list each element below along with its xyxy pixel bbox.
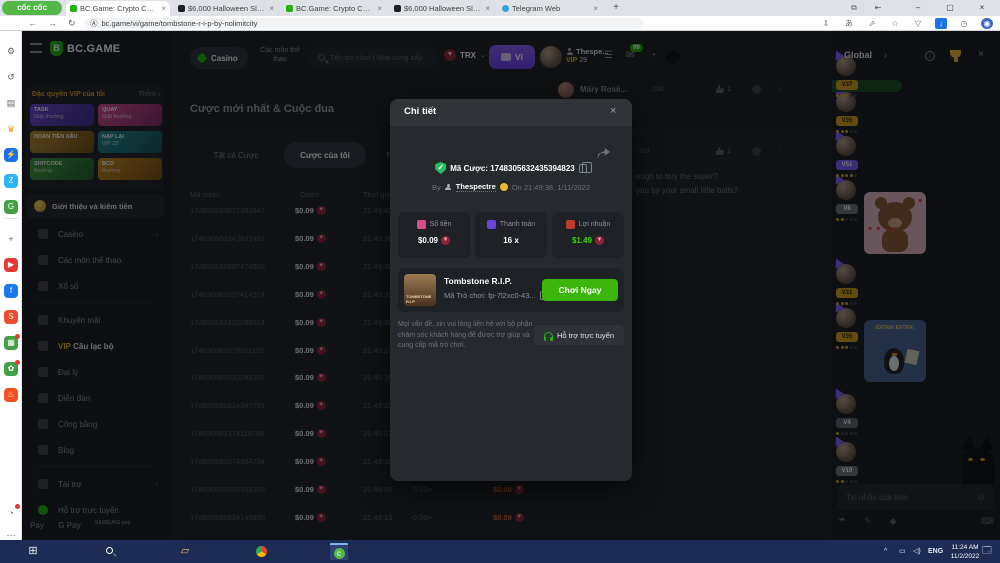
games-icon[interactable]: G bbox=[4, 200, 18, 214]
windows-taskbar bbox=[0, 540, 1000, 563]
share-icon[interactable]: ⬀ bbox=[866, 18, 878, 29]
tab-restore-icon[interactable]: ⇤ bbox=[872, 2, 884, 13]
modal-note: Mọi vấn đề, xin vui lòng liên hệ với bộ … bbox=[398, 320, 534, 352]
adblock-shield-icon[interactable]: ▽ bbox=[912, 18, 924, 29]
modal-close-icon[interactable]: × bbox=[610, 105, 616, 117]
back-button[interactable]: ← bbox=[28, 18, 37, 29]
amount-icon bbox=[417, 220, 426, 229]
tab-close-icon[interactable]: × bbox=[161, 4, 166, 13]
profile-icon[interactable]: ◉ bbox=[981, 18, 993, 29]
modal-title: Chi tiết bbox=[404, 106, 436, 117]
telegram-icon bbox=[502, 5, 509, 12]
tab-close-icon[interactable]: × bbox=[485, 4, 490, 13]
sidebar-divider bbox=[4, 218, 18, 219]
search-icon[interactable] bbox=[100, 543, 118, 560]
cart-icon[interactable]: ♨ bbox=[4, 388, 18, 402]
browser-tab[interactable]: Telegram Web× bbox=[498, 1, 602, 16]
start-icon[interactable]: ⊞ bbox=[24, 543, 42, 560]
bcgame-icon bbox=[70, 5, 77, 12]
copy-icon[interactable] bbox=[579, 164, 587, 173]
forward-button[interactable]: → bbox=[48, 18, 57, 29]
shopee-icon[interactable]: S bbox=[4, 310, 18, 324]
downloads-active-icon[interactable]: ↓ bbox=[935, 18, 947, 29]
close-button[interactable]: × bbox=[969, 0, 995, 15]
payout-icon bbox=[487, 220, 496, 229]
headset-icon bbox=[544, 332, 553, 339]
stat-box: Thanh toán16 x bbox=[475, 212, 547, 258]
site-info-icon[interactable]: Ⓐ bbox=[90, 18, 98, 29]
verified-shield-icon: ✓ bbox=[435, 162, 446, 174]
chat-app-icon[interactable]: ✿ bbox=[4, 362, 18, 376]
bcgame-dark-icon bbox=[178, 5, 185, 12]
stat-box: Số tiền$0.09▼ bbox=[398, 212, 470, 258]
bcgame-icon bbox=[286, 5, 293, 12]
game-thumbnail[interactable]: TOMBSTONE R.I.P bbox=[404, 274, 436, 306]
game-id: Mã Trò chơi: fp-7l2xc0-43... bbox=[444, 291, 548, 300]
add-shortcut-icon[interactable]: + bbox=[4, 232, 18, 246]
more-icon[interactable]: ⋯ bbox=[4, 528, 18, 542]
trx-coin-icon: ▼ bbox=[595, 236, 604, 245]
tab-close-icon[interactable]: × bbox=[269, 4, 274, 13]
youtube-icon[interactable]: ▶ bbox=[4, 258, 18, 272]
facebook-icon[interactable]: f bbox=[4, 284, 18, 298]
settings-gear-icon[interactable]: ⚙ bbox=[4, 44, 18, 58]
bet-by-row: By Thespectre On 21:49:38, 1/11/2022 bbox=[390, 182, 632, 192]
notification-bell-icon[interactable]: ◔ bbox=[4, 506, 18, 520]
bcgame-dark-icon bbox=[394, 5, 401, 12]
bookmark-star-icon[interactable]: ☆ bbox=[889, 18, 901, 29]
snooze-bell-icon[interactable]: ◷ bbox=[958, 18, 970, 29]
tab-close-icon[interactable]: × bbox=[593, 4, 598, 13]
screen: cốc cốc + ⧉ ⇤ ← → ↻ Ⓐ bc.game/vi/game/to… bbox=[0, 0, 1000, 563]
reading-list-icon[interactable]: ▤ bbox=[4, 96, 18, 110]
reload-button[interactable]: ↻ bbox=[68, 18, 76, 29]
language-indicator[interactable]: ENG bbox=[928, 547, 943, 556]
browser-tab[interactable]: BC.Game: Crypto Casino Gam× bbox=[282, 1, 386, 16]
save-page-icon[interactable]: ⇩ bbox=[820, 18, 832, 29]
crown-vip-icon[interactable]: ♛ bbox=[4, 122, 18, 136]
person-icon bbox=[445, 184, 452, 191]
player-link[interactable]: Thespectre bbox=[456, 182, 496, 192]
url-text: bc.game/vi/game/tombstone-r-i-p-by-nolim… bbox=[102, 19, 258, 28]
pip-icon[interactable]: ⧉ bbox=[848, 2, 860, 13]
history-icon[interactable]: ↺ bbox=[4, 70, 18, 84]
explorer-icon[interactable]: ▱ bbox=[176, 543, 194, 560]
stat-box: Lợi nhuận$1.49▼ bbox=[552, 212, 624, 258]
minimize-button[interactable]: – bbox=[905, 0, 931, 15]
honey-badge-icon bbox=[500, 183, 508, 191]
volume-icon[interactable]: ◁) bbox=[913, 547, 921, 556]
bet-id-row: ✓ Mã Cược: 1748305632435394823 bbox=[390, 162, 632, 174]
zalo-icon[interactable]: Z bbox=[4, 174, 18, 188]
chrome-icon[interactable] bbox=[252, 543, 270, 560]
browser-tab[interactable]: $6,000 Halloween Slot Battl× bbox=[174, 1, 278, 16]
maximize-button[interactable]: ▢ bbox=[937, 0, 963, 15]
game-name: Tombstone R.I.P. bbox=[444, 276, 512, 286]
network-icon[interactable]: ▭ bbox=[899, 547, 906, 556]
tab-close-icon[interactable]: × bbox=[377, 4, 382, 13]
play-now-button[interactable]: Chơi Ngay bbox=[542, 279, 618, 301]
messenger-icon[interactable]: ⚡ bbox=[4, 148, 18, 162]
address-bar[interactable]: Ⓐ bc.game/vi/game/tombstone-r-i-p-by-nol… bbox=[84, 18, 644, 29]
browser-tab[interactable]: $6,000 Halloween Slot Battl× bbox=[390, 1, 494, 16]
translate-icon[interactable]: あ bbox=[843, 18, 855, 29]
support-button[interactable]: Hỗ trợ trực tuyến bbox=[534, 325, 624, 345]
tray-expand-icon[interactable]: ^ bbox=[884, 547, 887, 556]
profit-icon bbox=[566, 220, 575, 229]
browser-tab[interactable]: BC.Game: Crypto Casino Gam× bbox=[66, 1, 170, 16]
gift-icon[interactable]: ▦ bbox=[4, 336, 18, 350]
browser-brand: cốc cốc bbox=[2, 1, 62, 15]
coccoc-icon[interactable]: c bbox=[330, 543, 348, 560]
action-center-icon[interactable]: 🗔 bbox=[982, 546, 992, 555]
trx-coin-icon: ▼ bbox=[441, 236, 450, 245]
new-tab-button[interactable]: + bbox=[610, 2, 622, 14]
taskbar-clock[interactable]: 11:24 AM11/2/2022 bbox=[944, 543, 986, 561]
